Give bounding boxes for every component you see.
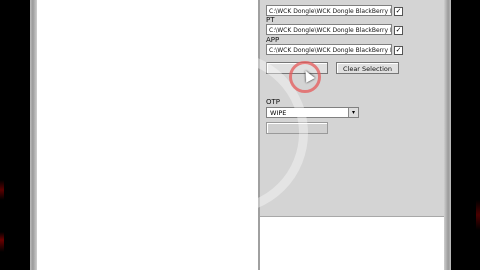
path-field-app[interactable]: C:\WCK Dongle\WCK Dongle BlackBerry Modu… [266, 44, 392, 55]
window-right-border [444, 0, 451, 270]
checkbox-1[interactable]: ✓ [394, 7, 403, 16]
left-edge-decoration [0, 0, 4, 270]
log-pane [37, 0, 258, 270]
path-field-1[interactable]: C:\WCK Dongle\WCK Dongle BlackBerry Modu… [266, 5, 392, 16]
mode-select[interactable]: WIPE ▾ [266, 107, 359, 118]
path-field-pt[interactable]: C:\WCK Dongle\WCK Dongle BlackBerry Modu… [266, 24, 392, 35]
window-left-border [30, 0, 37, 270]
checkbox-app[interactable]: ✓ [394, 46, 403, 55]
checkbox-pt[interactable]: ✓ [394, 26, 403, 35]
chevron-down-icon[interactable]: ▾ [348, 108, 358, 117]
field-label-app: APP [266, 36, 280, 44]
section-label-otp: OTP [266, 98, 281, 106]
mode-select-value: WIPE [270, 109, 287, 117]
clear-selection-button[interactable]: Clear Selection [336, 62, 399, 74]
otp-action-button[interactable] [266, 122, 328, 134]
lower-pane [260, 217, 444, 270]
right-edge-decoration [476, 0, 480, 270]
field-label-pt: PT [266, 16, 275, 24]
